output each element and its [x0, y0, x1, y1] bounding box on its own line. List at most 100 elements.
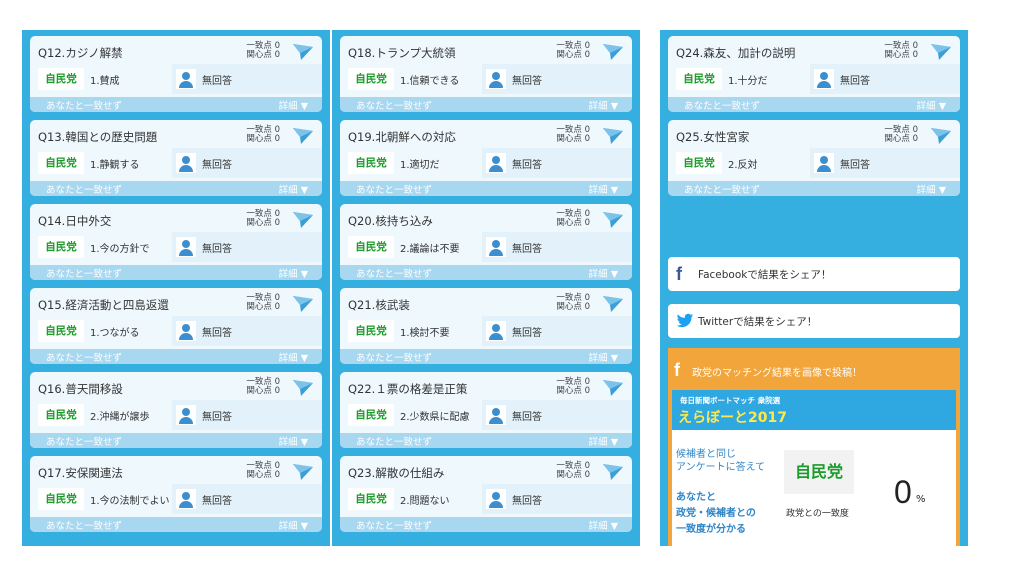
promo-text-1-line: 候補者と同じ	[676, 449, 736, 460]
details-toggle[interactable]: 詳細 ▼	[589, 434, 618, 448]
paper-plane-icon[interactable]	[602, 463, 624, 481]
card-footer[interactable]: あなたと一致せず 詳細 ▼	[30, 517, 322, 532]
answer-row: 自民党 2.沖縄が譲歩 無回答	[30, 400, 322, 430]
details-toggle[interactable]: 詳細 ▼	[589, 182, 618, 196]
paper-plane-icon[interactable]	[602, 43, 624, 61]
details-toggle[interactable]: 詳細 ▼	[917, 98, 946, 112]
details-toggle[interactable]: 詳細 ▼	[917, 182, 946, 196]
card-footer[interactable]: あなたと一致せず 詳細 ▼	[340, 349, 632, 364]
party-badge: 自民党	[348, 68, 394, 90]
promo-percent-unit: %	[916, 494, 926, 505]
promo-text-1-line: アンケートに答えて	[676, 462, 766, 473]
answer-row: 自民党 1.信頼できる 無回答	[340, 64, 632, 94]
candidate-answer: 無回答	[172, 484, 322, 514]
details-toggle[interactable]: 詳細 ▼	[589, 350, 618, 364]
promo-text-1: 候補者と同じ アンケートに答えて	[676, 448, 765, 474]
answer-row: 自民党 2.反対 無回答	[668, 148, 960, 178]
card-footer[interactable]: あなたと一致せず 詳細 ▼	[30, 97, 322, 112]
party-answer: 1.信頼できる	[400, 76, 460, 87]
promo-title: 政党のマッチング結果を画像で投稿！	[692, 368, 862, 379]
card-footer[interactable]: あなたと一致せず 詳細 ▼	[340, 97, 632, 112]
paper-plane-icon[interactable]	[602, 379, 624, 397]
paper-plane-icon[interactable]	[602, 295, 624, 313]
question-card: Q17.安保関連法 一致点 0 関心点 0 自民党 1.今の法制でよい 無回答 …	[30, 456, 322, 532]
interest-points: 関心点 0	[246, 470, 280, 480]
promo-party-label: 政党との一致度	[786, 509, 849, 519]
details-toggle[interactable]: 詳細 ▼	[279, 182, 308, 196]
details-toggle[interactable]: 詳細 ▼	[279, 518, 308, 532]
party-answer: 1.静観する	[90, 160, 140, 171]
paper-plane-icon[interactable]	[292, 211, 314, 229]
party-answer: 2.沖縄が譲歩	[90, 412, 150, 423]
paper-plane-icon[interactable]	[292, 379, 314, 397]
card-footer[interactable]: あなたと一致せず 詳細 ▼	[668, 97, 960, 112]
promo-preview: 毎日新聞ボートマッチ 衆院選 えらぼーと2017 候補者と同じ アンケートに答え…	[672, 390, 956, 546]
details-toggle[interactable]: 詳細 ▼	[589, 518, 618, 532]
promo-party-badge: 自民党	[784, 450, 854, 494]
details-toggle[interactable]: 詳細 ▼	[589, 266, 618, 280]
facebook-share-button[interactable]: f Facebookで結果をシェア！	[668, 257, 960, 291]
question-card: Q24.森友、加計の説明 一致点 0 関心点 0 自民党 1.十分だ 無回答 あ…	[668, 36, 960, 112]
party-badge: 自民党	[38, 152, 84, 174]
question-title: Q25.女性宮家	[676, 130, 750, 144]
details-toggle[interactable]: 詳細 ▼	[589, 98, 618, 112]
details-toggle[interactable]: 詳細 ▼	[279, 434, 308, 448]
question-card: Q18.トランプ大統領 一致点 0 関心点 0 自民党 1.信頼できる 無回答 …	[340, 36, 632, 112]
card-footer[interactable]: あなたと一致せず 詳細 ▼	[30, 265, 322, 280]
avatar-icon	[486, 489, 506, 509]
avatar-icon	[486, 237, 506, 257]
mismatch-label: あなたと一致せず	[356, 353, 433, 364]
answer-row: 自民党 2.問題ない 無回答	[340, 484, 632, 514]
mismatch-label: あなたと一致せず	[46, 437, 123, 448]
party-answer: 1.今の方針で	[90, 244, 150, 255]
points-summary: 一致点 0 関心点 0	[246, 126, 280, 144]
party-answer: 2.少数県に配慮	[400, 412, 470, 423]
paper-plane-icon[interactable]	[602, 211, 624, 229]
paper-plane-icon[interactable]	[292, 43, 314, 61]
candidate-answer: 無回答	[482, 316, 632, 346]
party-badge: 自民党	[38, 68, 84, 90]
avatar-icon	[176, 405, 196, 425]
points-summary: 一致点 0 関心点 0	[556, 126, 590, 144]
interest-points: 関心点 0	[884, 50, 918, 60]
candidate-answer: 無回答	[172, 148, 322, 178]
paper-plane-icon[interactable]	[930, 43, 952, 61]
mismatch-label: あなたと一致せず	[46, 101, 123, 112]
details-toggle[interactable]: 詳細 ▼	[279, 266, 308, 280]
party-answer: 1.今の法制でよい	[90, 496, 170, 507]
card-footer[interactable]: あなたと一致せず 詳細 ▼	[30, 181, 322, 196]
paper-plane-icon[interactable]	[930, 127, 952, 145]
card-footer[interactable]: あなたと一致せず 詳細 ▼	[340, 517, 632, 532]
candidate-answer: 無回答	[172, 316, 322, 346]
twitter-share-button[interactable]: Twitterで結果をシェア！	[668, 304, 960, 338]
question-title: Q17.安保関連法	[38, 466, 123, 480]
card-footer[interactable]: あなたと一致せず 詳細 ▼	[340, 265, 632, 280]
party-badge: 自民党	[676, 68, 722, 90]
twitter-share-label: Twitterで結果をシェア！	[698, 316, 818, 328]
paper-plane-icon[interactable]	[292, 127, 314, 145]
promo-text-2-line: 政党・候補者との	[676, 508, 756, 519]
card-footer[interactable]: あなたと一致せず 詳細 ▼	[340, 181, 632, 196]
party-answer: 2.議論は不要	[400, 244, 460, 255]
card-footer[interactable]: あなたと一致せず 詳細 ▼	[30, 349, 322, 364]
candidate-answer-text: 無回答	[512, 328, 542, 339]
party-answer: 1.検討不要	[400, 328, 450, 339]
paper-plane-icon[interactable]	[292, 463, 314, 481]
interest-points: 関心点 0	[556, 134, 590, 144]
card-footer[interactable]: あなたと一致せず 詳細 ▼	[30, 433, 322, 448]
card-footer[interactable]: あなたと一致せず 詳細 ▼	[668, 181, 960, 196]
candidate-answer-text: 無回答	[202, 244, 232, 255]
question-title: Q20.核持ち込み	[348, 214, 433, 228]
candidate-answer-text: 無回答	[512, 412, 542, 423]
candidate-answer: 無回答	[482, 400, 632, 430]
details-toggle[interactable]: 詳細 ▼	[279, 98, 308, 112]
avatar-icon	[176, 321, 196, 341]
paper-plane-icon[interactable]	[292, 295, 314, 313]
interest-points: 関心点 0	[556, 470, 590, 480]
card-footer[interactable]: あなたと一致せず 詳細 ▼	[340, 433, 632, 448]
image-post-promo[interactable]: f 政党のマッチング結果を画像で投稿！ 毎日新聞ボートマッチ 衆院選 えらぼーと…	[668, 348, 960, 546]
answer-row: 自民党 1.今の方針で 無回答	[30, 232, 322, 262]
promo-text-2-line: 一致度が分かる	[676, 524, 746, 535]
details-toggle[interactable]: 詳細 ▼	[279, 350, 308, 364]
paper-plane-icon[interactable]	[602, 127, 624, 145]
